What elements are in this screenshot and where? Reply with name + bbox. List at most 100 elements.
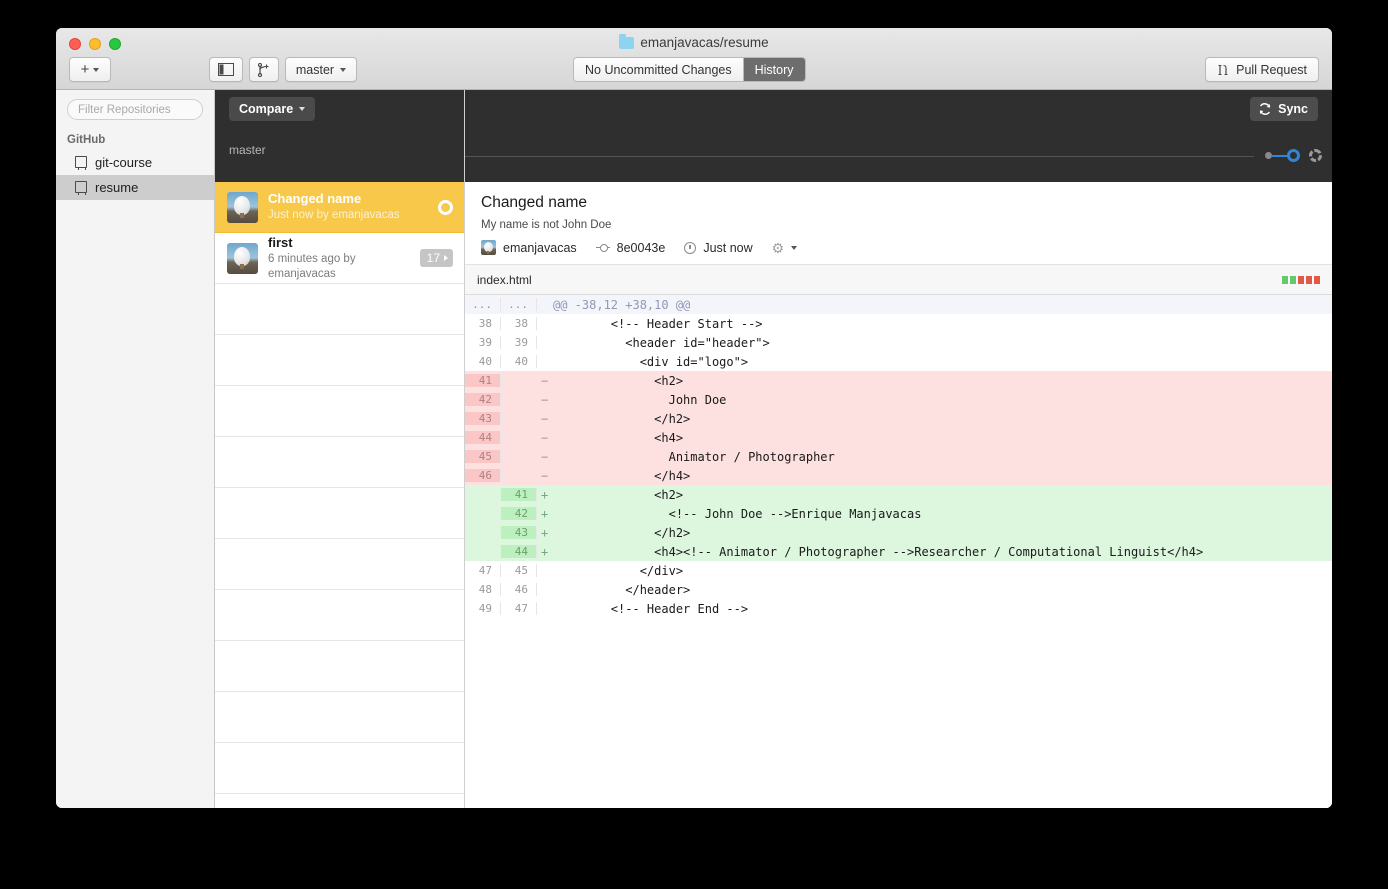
diff-line-del: 42 − John Doe bbox=[465, 390, 1332, 409]
filter-repositories-placeholder: Filter Repositories bbox=[78, 103, 171, 116]
diff-line-del: 45 − Animator / Photographer bbox=[465, 447, 1332, 466]
tab-no-uncommitted-changes[interactable]: No Uncommitted Changes bbox=[574, 58, 743, 81]
new-branch-button[interactable] bbox=[249, 57, 279, 82]
diff-line-ctx: 48 46 </header> bbox=[465, 580, 1332, 599]
diff-old-line-number: 39 bbox=[465, 336, 501, 349]
gear-icon[interactable]: ⚙ bbox=[772, 241, 785, 255]
commit-row-changed-name[interactable]: Changed name Just now by emanjavacas bbox=[215, 182, 464, 233]
commit-row-empty bbox=[215, 437, 464, 488]
diff-old-line-number: 47 bbox=[465, 564, 501, 577]
commit-row-empty bbox=[215, 692, 464, 743]
diff-new-line-number: 45 bbox=[501, 564, 537, 577]
commit-list[interactable]: Changed name Just now by emanjavacas fir… bbox=[215, 182, 464, 808]
commit-title: first bbox=[268, 234, 293, 250]
diff-old-line-number: 38 bbox=[465, 317, 501, 330]
diff-old-line-number: 41 bbox=[465, 374, 501, 387]
graph-node-uncommitted[interactable] bbox=[1309, 149, 1322, 162]
commit-row-empty bbox=[215, 335, 464, 386]
diff-line-sign: + bbox=[541, 544, 549, 559]
diff-line-code: </h4> bbox=[553, 468, 691, 483]
commit-file-count-badge[interactable]: 17 bbox=[419, 249, 453, 267]
diff-new-line-number: 38 bbox=[501, 317, 537, 330]
diff-file-header[interactable]: index.html bbox=[465, 265, 1332, 295]
commit-row-empty bbox=[215, 590, 464, 641]
diff-line-sign: − bbox=[541, 468, 549, 483]
diff-stat-del-block bbox=[1306, 275, 1312, 284]
diff-line-sign: − bbox=[541, 392, 549, 407]
diff-line-add: 43 + </h2> bbox=[465, 523, 1332, 542]
avatar bbox=[227, 242, 258, 274]
sidebar-item-git-course[interactable]: git-course bbox=[56, 150, 214, 175]
branch-selector-label: master bbox=[295, 62, 335, 77]
diff-line-code: </div> bbox=[553, 563, 684, 578]
diff-stat-blocks bbox=[1282, 275, 1320, 284]
diff-line-code: <header id="header"> bbox=[553, 335, 770, 350]
diff-line-hunk: ...... @@ -38,12 +38,10 @@ bbox=[465, 295, 1332, 314]
diff-line-ctx: 47 45 </div> bbox=[465, 561, 1332, 580]
commit-subtitle: Just now by emanjavacas bbox=[268, 209, 400, 221]
diff-new-line-number: 44 bbox=[501, 545, 537, 558]
graph-node-current[interactable] bbox=[1287, 149, 1300, 162]
graph-line bbox=[465, 156, 1254, 157]
commit-row-empty bbox=[215, 743, 464, 794]
commit-subtitle: 6 minutes ago by emanjavacas bbox=[268, 252, 356, 280]
diff-line-code: Animator / Photographer bbox=[553, 449, 835, 464]
diff-line-del: 41 − <h2> bbox=[465, 371, 1332, 390]
branch-selector-button[interactable]: master bbox=[285, 57, 357, 82]
window-title-text: emanjavacas/resume bbox=[640, 35, 769, 50]
diff-new-line-number: 42 bbox=[501, 507, 537, 520]
sync-button[interactable]: Sync bbox=[1250, 97, 1318, 121]
repositories-sidebar: Filter Repositories GitHub git-course re… bbox=[56, 90, 215, 808]
diff-line-sign: − bbox=[541, 449, 549, 464]
sidebar-toggle-button[interactable] bbox=[209, 57, 243, 82]
diff-stat-del-block bbox=[1314, 275, 1320, 284]
commit-row-empty bbox=[215, 488, 464, 539]
undo-commit-icon[interactable] bbox=[438, 199, 453, 215]
diff-line-del: 43 − </h2> bbox=[465, 409, 1332, 428]
diff-line-add: 42 + <!-- John Doe -->Enrique Manjavacas bbox=[465, 504, 1332, 523]
avatar bbox=[227, 191, 258, 223]
diff-line-add: 44 + <h4><!-- Animator / Photographer -->… bbox=[465, 542, 1332, 561]
pull-request-icon bbox=[1218, 64, 1228, 75]
commit-list-column: Compare master Changed name Just now by … bbox=[215, 90, 465, 808]
clock-icon bbox=[684, 241, 697, 254]
commit-sha[interactable]: 8e0043e bbox=[617, 241, 666, 255]
diff-line-code: <h4><!-- Animator / Photographer -->Rese… bbox=[553, 544, 1204, 559]
sidebar-item-resume[interactable]: resume bbox=[56, 175, 214, 200]
diff-viewer[interactable]: ...... @@ -38,12 +38,10 @@ 38 38 <!-- Heade… bbox=[465, 295, 1332, 808]
commit-row-empty bbox=[215, 539, 464, 590]
mode-segmented-control: No Uncommitted Changes History bbox=[573, 57, 806, 82]
commit-detail-header: Changed name My name is not John Doe ema… bbox=[465, 182, 1332, 265]
repository-icon bbox=[75, 180, 87, 195]
compare-button[interactable]: Compare bbox=[229, 97, 316, 121]
commit-meta: Changed name Just now by emanjavacas bbox=[268, 191, 428, 223]
diff-old-line-number: 44 bbox=[465, 431, 501, 444]
diff-old-line-number: 45 bbox=[465, 450, 501, 463]
sidebar-section-github: GitHub bbox=[67, 134, 106, 146]
diff-line-code: @@ -38,12 +38,10 @@ bbox=[553, 297, 691, 312]
pull-request-button[interactable]: Pull Request bbox=[1205, 57, 1319, 82]
diff-new-line-number: 41 bbox=[501, 488, 537, 501]
diff-line-sign: + bbox=[541, 525, 549, 540]
avatar bbox=[481, 240, 496, 255]
commit-row-first[interactable]: first 6 minutes ago by emanjavacas 17 bbox=[215, 233, 464, 284]
title-bar: emanjavacas/resume + master No Uncommitt… bbox=[56, 28, 1332, 90]
diff-line-sign: + bbox=[541, 487, 549, 502]
diff-line-code: </header> bbox=[553, 582, 691, 597]
commit-title: Changed name bbox=[268, 191, 362, 206]
add-repository-button[interactable]: + bbox=[69, 57, 111, 82]
pull-request-label: Pull Request bbox=[1236, 62, 1307, 77]
window-title: emanjavacas/resume bbox=[56, 33, 1332, 50]
diff-line-del: 46 − </h4> bbox=[465, 466, 1332, 485]
diff-old-line-number: 48 bbox=[465, 583, 501, 596]
chevron-down-icon bbox=[340, 67, 347, 72]
commit-detail-description: My name is not John Doe bbox=[481, 219, 612, 231]
repository-label: resume bbox=[95, 180, 139, 195]
commit-detail-title: Changed name bbox=[481, 194, 587, 211]
chevron-down-icon bbox=[93, 67, 100, 72]
diff-new-line-number: 43 bbox=[501, 526, 537, 539]
filter-repositories-input[interactable]: Filter Repositories bbox=[67, 99, 203, 120]
chevron-down-icon[interactable] bbox=[791, 245, 798, 250]
folder-icon bbox=[619, 33, 635, 49]
tab-history[interactable]: History bbox=[742, 58, 805, 81]
